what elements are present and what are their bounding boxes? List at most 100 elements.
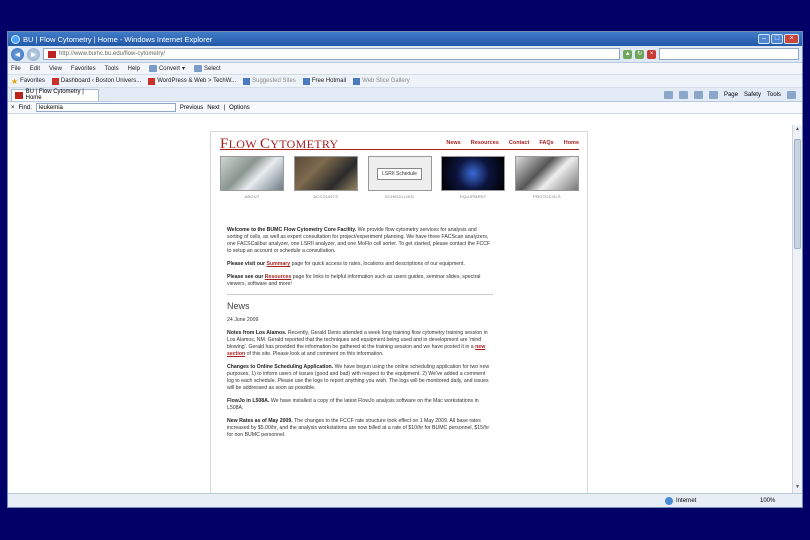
- security-zone[interactable]: Internet: [665, 496, 696, 505]
- news-item-rates: New Rates as of May 2009. The changes to…: [227, 418, 490, 438]
- zoom-level[interactable]: 100%: [760, 498, 775, 504]
- safety-menu[interactable]: Safety: [744, 92, 761, 98]
- welcome-paragraph: Welcome to the BUMC Flow Cytometry Core …: [227, 227, 491, 254]
- scroll-thumb[interactable]: [794, 139, 801, 249]
- command-bar: Page Safety Tools: [663, 90, 802, 99]
- search-input[interactable]: [659, 48, 799, 60]
- news-date: 24 June 2009: [227, 317, 259, 323]
- find-divider: |: [223, 104, 226, 111]
- feeds-icon[interactable]: [678, 90, 688, 99]
- accounts-image[interactable]: [293, 156, 358, 191]
- tab-active[interactable]: BU | Flow Cytometry | Home: [11, 88, 99, 101]
- web-slice-icon: [353, 77, 361, 85]
- news-item-los-alamos: Notes from Los Alamos. Recently, Gerald …: [227, 330, 488, 357]
- suggested-sites-icon: [243, 77, 251, 85]
- select-icon: [194, 65, 202, 72]
- stop-icon[interactable]: ×: [647, 49, 657, 59]
- home-icon[interactable]: [663, 90, 673, 99]
- site-logo[interactable]: FLOW CYTOMETRY: [220, 136, 338, 153]
- select-button[interactable]: Select: [194, 65, 221, 72]
- find-previous-button[interactable]: Previous: [180, 105, 203, 111]
- maximize-button[interactable]: □: [771, 34, 783, 44]
- window-title: BU | Flow Cytometry | Home - Windows Int…: [23, 34, 213, 44]
- minimize-button[interactable]: –: [758, 34, 770, 44]
- equipment-image[interactable]: [441, 156, 506, 191]
- about-image[interactable]: [220, 156, 284, 191]
- main-content: Welcome to the BUMC Flow Cytometry Core …: [227, 227, 493, 445]
- title-bar: BU | Flow Cytometry | Home - Windows Int…: [8, 32, 802, 46]
- favorite-suggested-sites[interactable]: Suggested Sites: [243, 77, 296, 85]
- site-favicon-icon: [47, 50, 56, 58]
- find-options-button[interactable]: Options: [229, 105, 250, 111]
- nav-home[interactable]: Home: [564, 140, 579, 146]
- favicon-icon: [148, 77, 156, 85]
- photo-scheduling[interactable]: LSRII Schedule SCHEDULING: [367, 156, 432, 199]
- tab-favicon-icon: [15, 91, 23, 99]
- scroll-down-icon[interactable]: ▼: [794, 484, 801, 492]
- menu-help[interactable]: Help: [128, 66, 140, 72]
- menu-tools[interactable]: Tools: [105, 66, 119, 72]
- find-input[interactable]: leukemia: [35, 103, 176, 112]
- help-icon[interactable]: [787, 90, 796, 99]
- summary-paragraph: Please visit our Summary page for quick …: [227, 261, 465, 267]
- find-bar: × Find: leukemia Previous Next | Options: [8, 102, 802, 114]
- menu-favorites[interactable]: Favorites: [71, 66, 96, 72]
- news-heading: News: [227, 301, 250, 311]
- page-menu[interactable]: Page: [724, 92, 738, 98]
- nav-news[interactable]: News: [446, 140, 460, 146]
- favicon-icon: [51, 77, 59, 85]
- site-page: FLOW CYTOMETRY News Resources Contact FA…: [210, 131, 588, 493]
- favorites-button[interactable]: ★ Favorites: [11, 77, 45, 86]
- favorites-bar: ★ Favorites Dashboard ‹ Boston Univers...…: [8, 75, 802, 88]
- globe-icon: [665, 496, 673, 505]
- address-bar: ◄ ► http://www.bumc.bu.edu/flow-cytometr…: [8, 46, 802, 63]
- summary-link[interactable]: Summary: [267, 261, 291, 267]
- resources-link[interactable]: Resources: [265, 274, 292, 280]
- menu-view[interactable]: View: [49, 66, 62, 72]
- find-label: Find:: [18, 104, 32, 111]
- menu-file[interactable]: File: [11, 66, 21, 72]
- browser-window: BU | Flow Cytometry | Home - Windows Int…: [7, 31, 803, 508]
- print-icon[interactable]: [708, 90, 718, 99]
- resources-paragraph: Please see our Resources page for links …: [227, 274, 481, 287]
- photo-nav: ABOUT ACCOUNTS LSRII Schedule SCHEDULING …: [220, 156, 579, 199]
- page-viewport: FLOW CYTOMETRY News Resources Contact FA…: [8, 125, 802, 493]
- mail-icon[interactable]: [693, 90, 703, 99]
- tab-row: BU | Flow Cytometry | Home Page Safety T…: [8, 88, 802, 102]
- scroll-up-icon[interactable]: ▲: [794, 126, 801, 134]
- favorite-dashboard[interactable]: Dashboard ‹ Boston Univers...: [51, 77, 141, 85]
- tools-menu[interactable]: Tools: [767, 92, 781, 98]
- nav-divider: [220, 149, 579, 150]
- scheduling-image[interactable]: LSRII Schedule: [367, 156, 432, 191]
- site-nav: News Resources Contact FAQs Home: [446, 140, 579, 146]
- convert-button[interactable]: Convert ▾: [148, 65, 185, 72]
- photo-equipment[interactable]: EQUIPMENT: [441, 156, 506, 199]
- favorite-web-slice[interactable]: Web Slice Gallery: [353, 77, 410, 85]
- back-button[interactable]: ◄: [11, 47, 24, 61]
- nav-contact[interactable]: Contact: [509, 140, 529, 146]
- status-bar: Internet 100%: [8, 493, 802, 507]
- vertical-scrollbar[interactable]: ▲ ▼: [792, 125, 802, 493]
- ie-logo-icon: [11, 34, 20, 44]
- favorite-wordpress[interactable]: WordPress & Web > TechW...: [148, 77, 236, 85]
- nav-faqs[interactable]: FAQs: [539, 140, 553, 146]
- find-close-icon[interactable]: ×: [11, 105, 15, 111]
- forward-button[interactable]: ►: [26, 47, 40, 61]
- compatibility-icon[interactable]: ▲: [623, 49, 633, 59]
- menu-edit[interactable]: Edit: [30, 66, 40, 72]
- content-divider: [227, 294, 493, 295]
- nav-resources[interactable]: Resources: [471, 140, 499, 146]
- favorite-hotmail[interactable]: Free Hotmail: [302, 77, 346, 85]
- photo-protocols[interactable]: PROTOCOLS: [515, 156, 579, 199]
- news-item-flowjo: FlowJo in L508A. We have installed a cop…: [227, 398, 479, 411]
- convert-icon: [148, 65, 157, 72]
- photo-about[interactable]: ABOUT: [220, 156, 284, 199]
- find-next-button[interactable]: Next: [207, 105, 219, 111]
- url-field[interactable]: http://www.bumc.bu.edu/flow-cytometry/: [42, 48, 621, 60]
- photo-accounts[interactable]: ACCOUNTS: [293, 156, 358, 199]
- protocols-image[interactable]: [515, 156, 579, 191]
- close-button[interactable]: ×: [784, 34, 799, 44]
- hotmail-icon: [302, 77, 310, 85]
- url-text: http://www.bumc.bu.edu/flow-cytometry/: [58, 51, 166, 57]
- refresh-icon[interactable]: ↻: [635, 49, 645, 59]
